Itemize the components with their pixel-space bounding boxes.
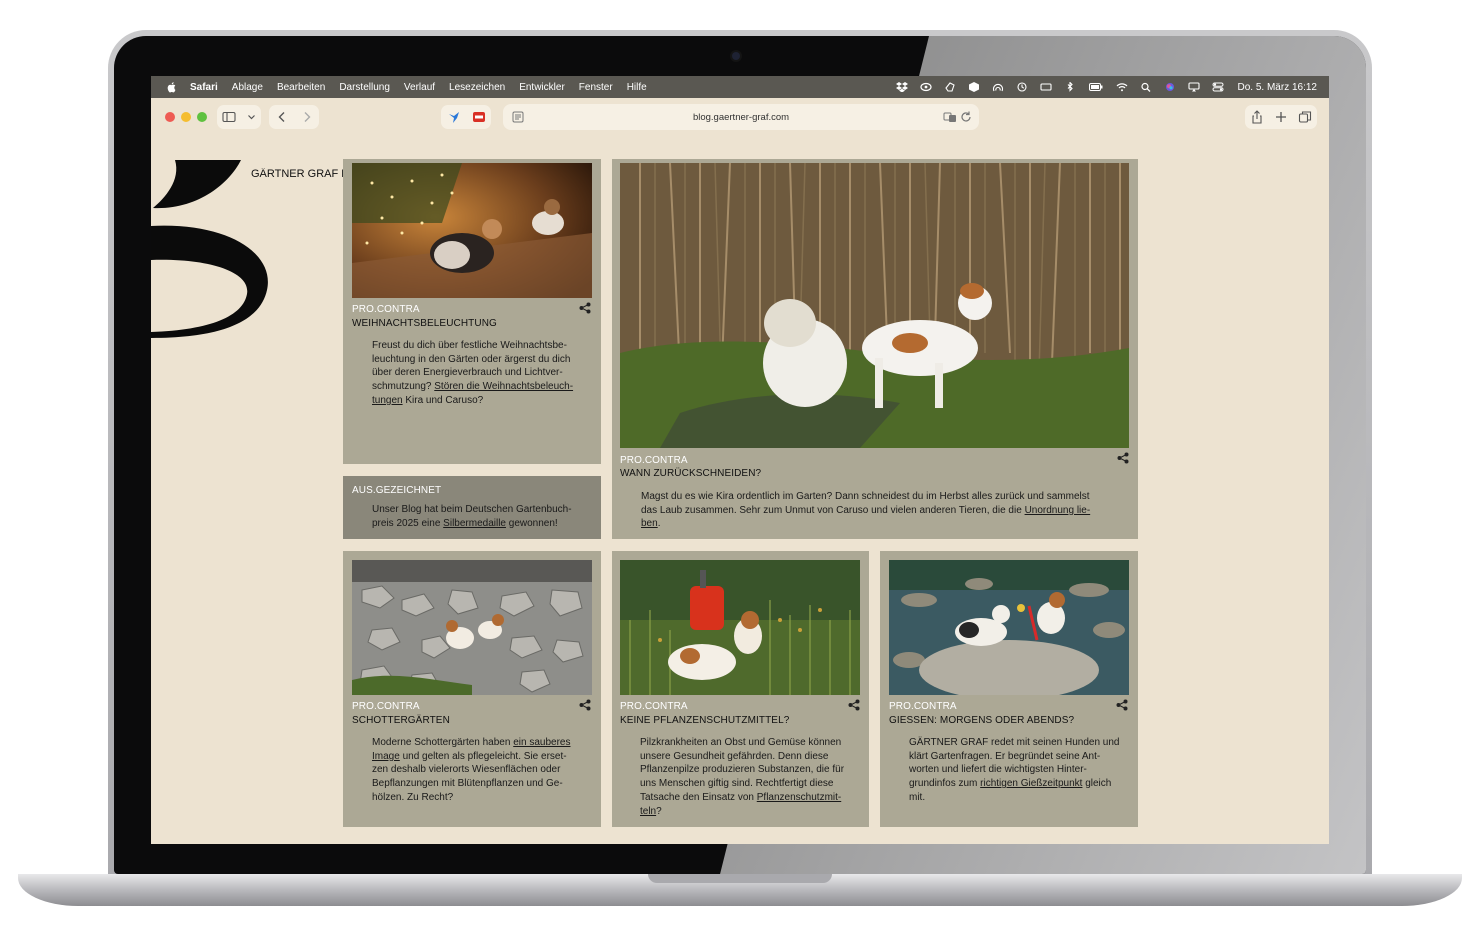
award-card[interactable]: AUS.GEZEICHNET Unser Blog hat beim Deuts… bbox=[343, 476, 601, 539]
tab-overview-icon[interactable] bbox=[1298, 110, 1312, 124]
battery-icon[interactable] bbox=[1088, 82, 1104, 92]
share-toolbar-icon[interactable] bbox=[1250, 110, 1264, 124]
brand-logo-shape[interactable] bbox=[151, 160, 271, 340]
keyboard-icon[interactable] bbox=[1039, 82, 1052, 92]
share-icon[interactable] bbox=[1116, 699, 1128, 711]
award-category: AUS.GEZEICHNET bbox=[352, 485, 442, 496]
bluetooth-icon[interactable] bbox=[1064, 82, 1076, 92]
extension-red-icon[interactable] bbox=[472, 110, 486, 124]
plus-icon[interactable] bbox=[1274, 110, 1288, 124]
browser-toolbar: blog.gaertner-graf.com bbox=[151, 98, 1329, 134]
wifi-icon[interactable] bbox=[1116, 82, 1128, 92]
menu-hilfe[interactable]: Hilfe bbox=[627, 82, 647, 93]
airdrop-icon[interactable] bbox=[992, 82, 1004, 92]
blog-page: GÄRTNER GRAF BLOG bbox=[151, 134, 1329, 844]
extensions-group bbox=[441, 105, 491, 129]
link-weihnachtsbeleuchtung-cont[interactable]: tungen bbox=[372, 395, 403, 406]
menu-bearbeiten[interactable]: Bearbeiten bbox=[277, 82, 325, 93]
post-category: PRO.CONTRA bbox=[620, 701, 688, 712]
forward-arrow-icon[interactable] bbox=[300, 110, 314, 124]
link-weihnachtsbeleuchtung[interactable]: Stören die Weihnachtsbeleuch- bbox=[434, 381, 573, 392]
link-giesszeitpunkt[interactable]: richtigen Gießzeitpunkt bbox=[980, 778, 1082, 789]
link-sauberes-image[interactable]: ein sauberes bbox=[513, 737, 570, 748]
post-excerpt: Moderne Schottergärten haben ein saubere… bbox=[372, 737, 571, 803]
link-unordnung[interactable]: Unordnung lie- bbox=[1025, 505, 1091, 516]
award-text: Unser Blog hat beim Deutschen Gartenbuch… bbox=[372, 504, 572, 529]
share-icon[interactable] bbox=[848, 699, 860, 711]
translate-icon[interactable] bbox=[943, 110, 957, 124]
siri-icon[interactable] bbox=[1164, 82, 1176, 92]
post-image-christmas-lights-cats[interactable] bbox=[352, 163, 592, 298]
link-pflanzenschutzmittel[interactable]: Pflanzenschutzmit- bbox=[757, 792, 841, 803]
post-category: PRO.CONTRA bbox=[889, 701, 957, 712]
spotlight-search-icon[interactable] bbox=[1140, 82, 1152, 92]
cube-icon[interactable] bbox=[968, 82, 980, 92]
fullscreen-window-button[interactable] bbox=[197, 112, 207, 122]
post-title[interactable]: WEIHNACHTSBELEUCHTUNG bbox=[352, 318, 497, 329]
post-title[interactable]: KEINE PFLANZENSCHUTZMITTEL? bbox=[620, 715, 789, 726]
post-category: PRO.CONTRA bbox=[620, 455, 688, 466]
post-card-schottergaerten[interactable]: PRO.CONTRA SCHOTTERGÄRTEN Moderne Schott… bbox=[343, 551, 601, 827]
hand-icon[interactable] bbox=[944, 82, 956, 92]
screen-mirroring-icon[interactable] bbox=[1187, 82, 1200, 92]
menu-lesezeichen[interactable]: Lesezeichen bbox=[449, 82, 505, 93]
menu-ablage[interactable]: Ablage bbox=[232, 82, 263, 93]
post-excerpt: Freust du dich über festliche Weihnachts… bbox=[372, 340, 574, 406]
chevron-down-icon[interactable] bbox=[247, 110, 256, 124]
post-image-dogs-gravel[interactable] bbox=[352, 560, 592, 695]
post-image-dogs-sprayer[interactable] bbox=[620, 560, 860, 695]
post-excerpt: Pilzkrankheiten an Obst und Gemüse könne… bbox=[640, 737, 845, 817]
post-title[interactable]: WANN ZURÜCKSCHNEIDEN? bbox=[620, 468, 761, 479]
link-unordnung-cont[interactable]: ben bbox=[641, 518, 658, 529]
cloud-icon[interactable] bbox=[919, 82, 932, 92]
screen: Safari Ablage Bearbeiten Darstellung Ver… bbox=[151, 76, 1329, 844]
address-url[interactable]: blog.gaertner-graf.com bbox=[693, 112, 789, 123]
share-icon[interactable] bbox=[1117, 452, 1129, 464]
navigation-group bbox=[269, 105, 319, 129]
menu-bar: Safari Ablage Bearbeiten Darstellung Ver… bbox=[151, 76, 1329, 98]
sidebar-toggle-group[interactable] bbox=[217, 105, 261, 129]
post-category: PRO.CONTRA bbox=[352, 701, 420, 712]
post-title[interactable]: GIESSEN: MORGENS ODER ABENDS? bbox=[889, 715, 1074, 726]
minimize-window-button[interactable] bbox=[181, 112, 191, 122]
reload-icon[interactable] bbox=[959, 110, 973, 124]
menu-entwickler[interactable]: Entwickler bbox=[519, 82, 565, 93]
link-silbermedaille[interactable]: Silbermedaille bbox=[443, 518, 506, 529]
post-category: PRO.CONTRA bbox=[352, 304, 420, 315]
close-window-button[interactable] bbox=[165, 112, 175, 122]
menu-verlauf[interactable]: Verlauf bbox=[404, 82, 435, 93]
toolbar-right-group bbox=[1245, 105, 1317, 129]
menu-safari[interactable]: Safari bbox=[190, 82, 218, 93]
control-center-icon[interactable] bbox=[1212, 82, 1224, 92]
post-card-pflanzenschutzmittel[interactable]: PRO.CONTRA KEINE PFLANZENSCHUTZMITTEL? P… bbox=[612, 551, 869, 827]
post-card-giessen[interactable]: PRO.CONTRA GIESSEN: MORGENS ODER ABENDS?… bbox=[880, 551, 1138, 827]
post-image-dogs-reeds[interactable] bbox=[620, 163, 1129, 448]
menu-bar-clock[interactable]: Do. 5. März 16:12 bbox=[1238, 82, 1317, 93]
back-arrow-icon[interactable] bbox=[275, 110, 289, 124]
post-card-zurueckschneiden[interactable]: PRO.CONTRA WANN ZURÜCKSCHNEIDEN? Magst d… bbox=[612, 159, 1138, 539]
link-pflanzenschutzmittel-cont[interactable]: teln bbox=[640, 806, 656, 817]
reader-mode-icon[interactable] bbox=[511, 110, 525, 124]
apple-icon[interactable] bbox=[166, 81, 178, 93]
post-card-weihnachtsbeleuchtung[interactable]: PRO.CONTRA WEIHNACHTSBELEUCHTUNG Freust … bbox=[343, 159, 601, 464]
sidebar-toggle-icon[interactable] bbox=[222, 110, 236, 124]
post-excerpt: Magst du es wie Kira ordentlich im Garte… bbox=[641, 491, 1091, 530]
menu-darstellung[interactable]: Darstellung bbox=[339, 82, 390, 93]
post-excerpt: GÄRTNER GRAF redet mit seinen Hunden und… bbox=[909, 737, 1120, 803]
link-sauberes-image-cont[interactable]: Image bbox=[372, 751, 400, 762]
extension-bird-icon[interactable] bbox=[447, 110, 461, 124]
camera bbox=[732, 52, 740, 60]
menu-fenster[interactable]: Fenster bbox=[579, 82, 613, 93]
post-title[interactable]: SCHOTTERGÄRTEN bbox=[352, 715, 450, 726]
site-name[interactable]: GÄRTNER GRAF BLOG bbox=[251, 168, 343, 180]
dropbox-icon[interactable] bbox=[895, 82, 908, 92]
post-image-dogs-river[interactable] bbox=[889, 560, 1129, 695]
share-icon[interactable] bbox=[579, 302, 591, 314]
status-area: Do. 5. März 16:12 bbox=[884, 76, 1317, 98]
share-icon[interactable] bbox=[579, 699, 591, 711]
address-bar[interactable]: blog.gaertner-graf.com bbox=[503, 104, 979, 130]
laptop-base-notch bbox=[648, 874, 832, 883]
time-machine-icon[interactable] bbox=[1016, 82, 1028, 92]
